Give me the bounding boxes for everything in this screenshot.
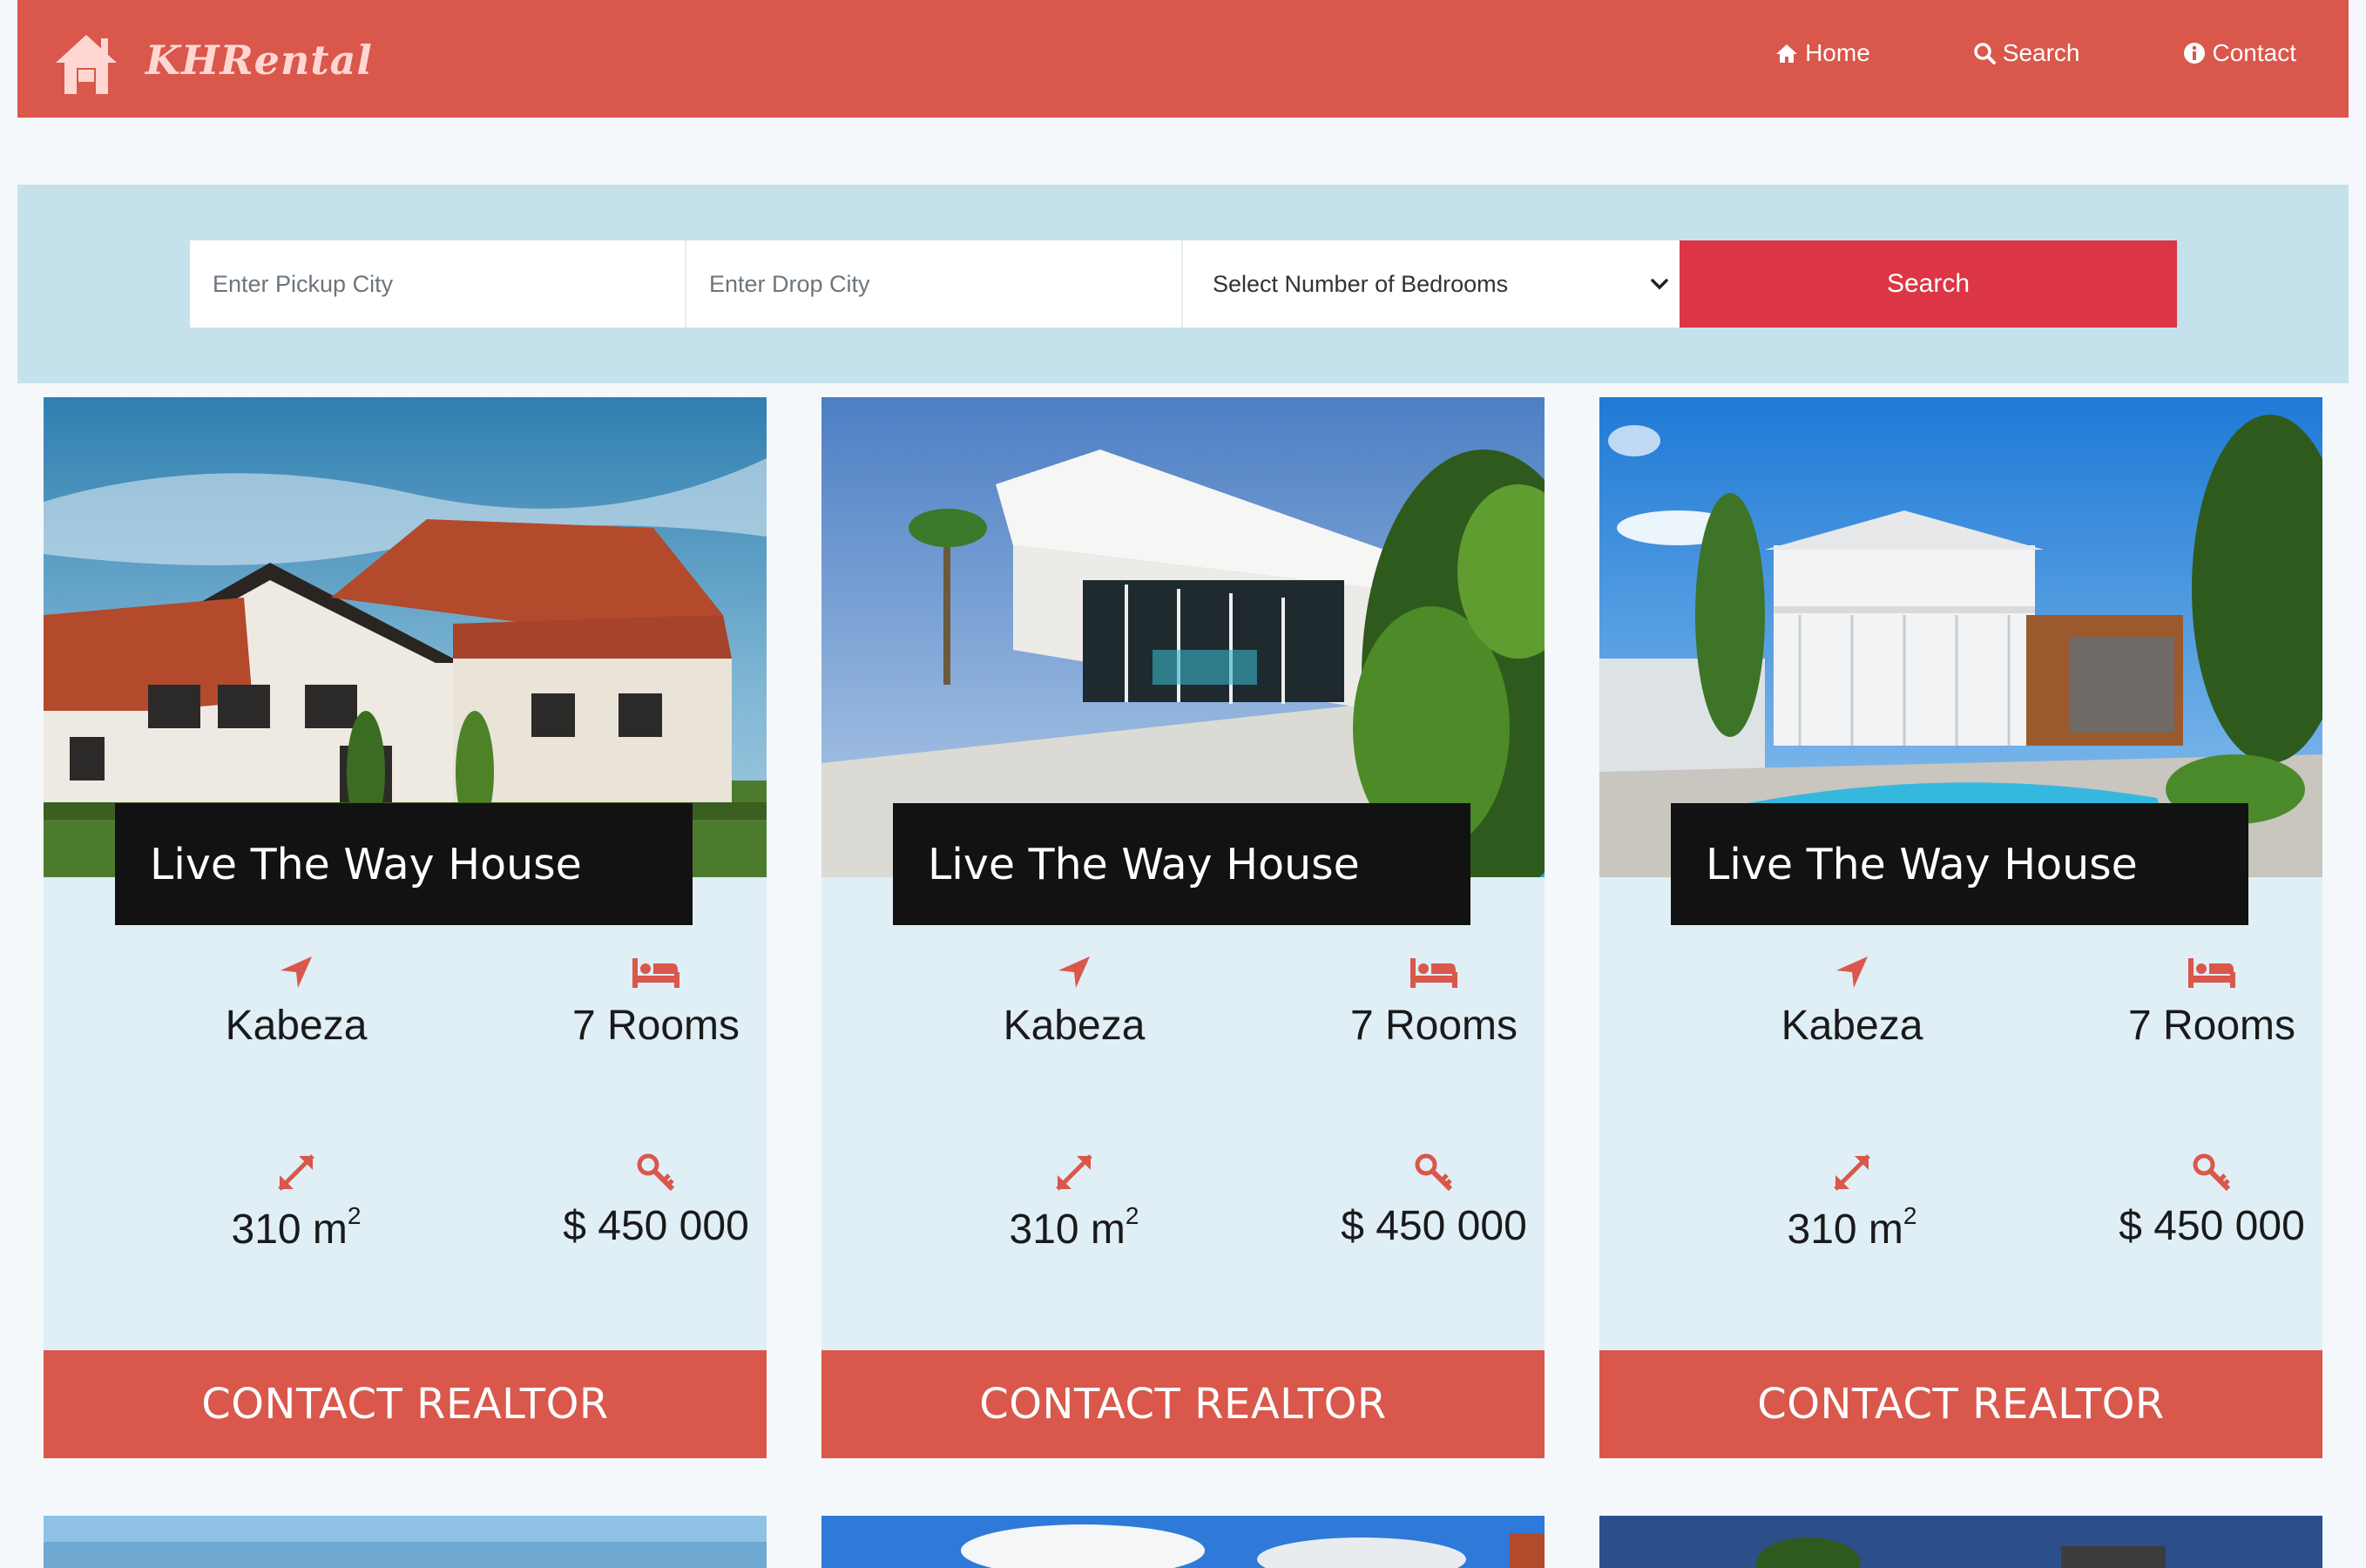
bed-icon xyxy=(2188,958,2235,988)
pickup-city-input[interactable] xyxy=(213,270,662,298)
listing-card: Live The Way House Kabeza 7 Rooms 310 m2… xyxy=(44,397,767,1458)
search-button[interactable]: Search xyxy=(1680,240,2177,328)
nav-search[interactable]: Search xyxy=(1973,33,2080,73)
listing-card: Live The Way House Kabeza 7 Rooms 310 m2… xyxy=(821,397,1545,1458)
area-stat: 310 m2 xyxy=(926,1152,1222,1254)
rooms-value: 7 Rooms xyxy=(571,1003,740,1049)
rooms-value: 7 Rooms xyxy=(2127,1003,2296,1049)
nav-home[interactable]: Home xyxy=(1775,33,1870,73)
pickup-city-field xyxy=(190,240,686,328)
rooms-stat: 7 Rooms xyxy=(2064,951,2360,1050)
rooms-value: 7 Rooms xyxy=(1349,1003,1518,1049)
brand-name: KHRental xyxy=(145,37,373,84)
main-nav: Home Search Contact xyxy=(1775,33,2296,73)
listing-photo-partial[interactable] xyxy=(1599,1516,2322,1568)
key-icon xyxy=(637,1153,675,1192)
area-value: 310 m2 xyxy=(1009,1202,1139,1253)
price-value: $ 450 000 xyxy=(1341,1203,1527,1249)
bed-icon xyxy=(1410,958,1457,988)
listing-card: Live The Way House Kabeza 7 Rooms 310 m2… xyxy=(1599,397,2322,1458)
bed-icon xyxy=(632,958,679,988)
expand-arrows-icon xyxy=(1056,1154,1092,1191)
search-form: Select Number of Bedrooms Search xyxy=(190,240,2177,328)
contact-realtor-button[interactable]: CONTACT REALTOR xyxy=(821,1350,1545,1458)
top-navbar: KHRental Home Search Contact xyxy=(17,0,2349,118)
location-value: Kabeza xyxy=(225,1003,368,1049)
nav-contact-label: Contact xyxy=(2212,39,2297,66)
expand-arrows-icon xyxy=(278,1154,314,1191)
listing-photo-partial[interactable] xyxy=(44,1516,767,1568)
location-arrow-icon xyxy=(1836,956,1868,988)
contact-realtor-button[interactable]: CONTACT REALTOR xyxy=(44,1350,767,1458)
price-value: $ 450 000 xyxy=(563,1203,749,1249)
area-value: 310 m2 xyxy=(231,1202,362,1253)
rooms-stat: 7 Rooms xyxy=(1286,951,1582,1050)
location-value: Kabeza xyxy=(1003,1003,1146,1049)
price-stat: $ 450 000 xyxy=(508,1152,804,1250)
location-arrow-icon xyxy=(281,956,312,988)
location-stat: Kabeza xyxy=(1704,951,2000,1050)
search-icon xyxy=(1974,43,1996,64)
bedrooms-select-value: Select Number of Bedrooms xyxy=(1213,270,1509,297)
location-stat: Kabeza xyxy=(926,951,1222,1050)
price-value: $ 450 000 xyxy=(2119,1203,2305,1249)
bedrooms-select[interactable]: Select Number of Bedrooms xyxy=(1183,240,1680,328)
rooms-stat: 7 Rooms xyxy=(508,951,804,1050)
contact-realtor-button[interactable]: CONTACT REALTOR xyxy=(1599,1350,2322,1458)
drop-city-field xyxy=(686,240,1183,328)
brand-logo[interactable]: KHRental xyxy=(51,30,372,99)
location-arrow-icon xyxy=(1058,956,1090,988)
drop-city-input[interactable] xyxy=(709,270,1159,298)
expand-arrows-icon xyxy=(1834,1154,1870,1191)
price-stat: $ 450 000 xyxy=(1286,1152,1582,1250)
nav-contact[interactable]: Contact xyxy=(2183,33,2297,73)
home-icon xyxy=(1776,44,1798,63)
key-icon xyxy=(2193,1153,2231,1192)
chevron-down-icon xyxy=(1651,279,1668,290)
area-stat: 310 m2 xyxy=(1704,1152,2000,1254)
listing-title: Live The Way House xyxy=(1671,803,2248,925)
house-logo-icon xyxy=(56,35,117,94)
search-panel: Select Number of Bedrooms Search xyxy=(17,185,2349,383)
price-stat: $ 450 000 xyxy=(2064,1152,2360,1250)
nav-search-label: Search xyxy=(2002,39,2080,66)
location-value: Kabeza xyxy=(1781,1003,1923,1049)
listing-photo-partial[interactable] xyxy=(821,1516,1545,1568)
listing-title: Live The Way House xyxy=(893,803,1470,925)
nav-home-label: Home xyxy=(1805,39,1870,66)
info-icon xyxy=(2183,43,2205,64)
key-icon xyxy=(1415,1153,1453,1192)
location-stat: Kabeza xyxy=(148,951,444,1050)
listing-title: Live The Way House xyxy=(115,803,693,925)
area-value: 310 m2 xyxy=(1787,1202,1917,1253)
area-stat: 310 m2 xyxy=(148,1152,444,1254)
